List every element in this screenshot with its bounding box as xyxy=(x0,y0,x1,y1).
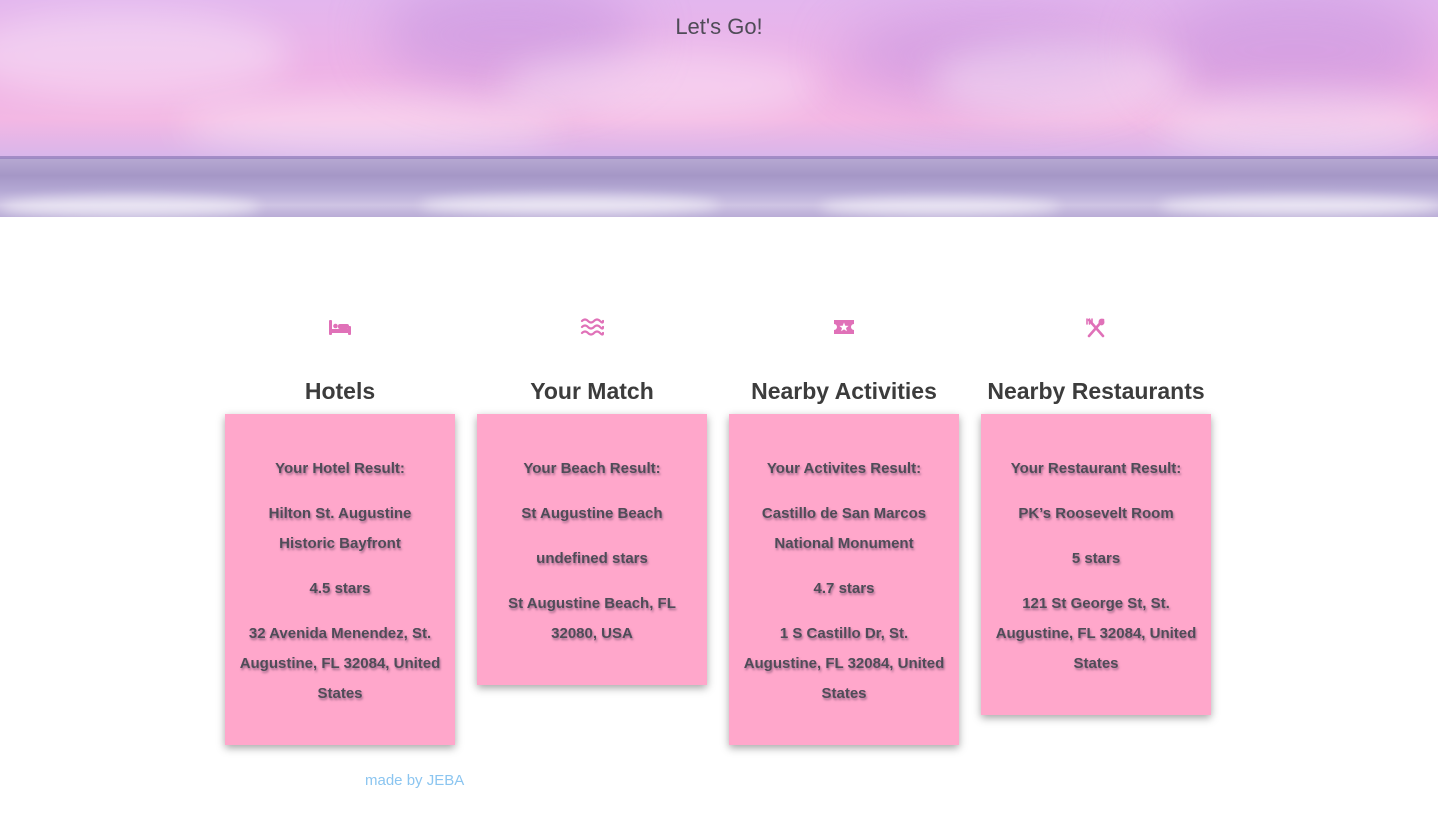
hotel-result-label: Your Hotel Result: xyxy=(275,460,405,477)
bed-icon xyxy=(327,318,353,352)
restaurants-heading: Nearby Restaurants xyxy=(987,378,1205,404)
restaurants-column: Nearby Restaurants Your Restaurant Resul… xyxy=(981,318,1211,715)
hotel-address: 32 Avenida Menendez, St. Augustine, FL 3… xyxy=(239,625,441,702)
hero-banner: Let's Go! xyxy=(0,0,1438,217)
hero-cloud xyxy=(1160,90,1438,160)
utensils-icon xyxy=(1083,318,1109,352)
ticket-icon xyxy=(831,318,857,352)
hero-foam xyxy=(1160,196,1438,216)
page-title: Let's Go! xyxy=(675,14,763,39)
hotel-name: Hilton St. Augustine Historic Bayfront xyxy=(268,505,412,552)
hotel-result-card: Your Hotel Result: Hilton St. Augustine … xyxy=(225,414,455,745)
activity-name: Castillo de San Marcos National Monument xyxy=(761,505,927,552)
match-heading: Your Match xyxy=(530,378,654,404)
hero-foam xyxy=(820,198,1060,216)
restaurant-address: 121 St George St, St. Augustine, FL 3208… xyxy=(995,595,1197,672)
restaurant-rating: 5 stars xyxy=(1071,550,1121,567)
beach-result-label: Your Beach Result: xyxy=(523,460,661,477)
hero-cloud xyxy=(930,40,1190,120)
restaurant-name: PK’s Roosevelt Room xyxy=(1018,505,1174,522)
activity-result-card: Your Activites Result: Castillo de San M… xyxy=(729,414,959,745)
match-column: Your Match Your Beach Result: St Augusti… xyxy=(477,318,707,685)
results-grid: Hotels Your Hotel Result: Hilton St. Aug… xyxy=(225,318,1215,758)
activities-heading: Nearby Activities xyxy=(751,378,937,404)
activities-column: Nearby Activities Your Activites Result:… xyxy=(729,318,959,745)
restaurant-result-card: Your Restaurant Result: PK’s Roosevelt R… xyxy=(981,414,1211,715)
activity-result-label: Your Activites Result: xyxy=(766,460,922,477)
activity-address: 1 S Castillo Dr, St. Augustine, FL 32084… xyxy=(743,625,945,702)
beach-address: St Augustine Beach, FL 32080, USA xyxy=(508,595,676,642)
hero-cloud xyxy=(500,50,820,120)
hotels-column: Hotels Your Hotel Result: Hilton St. Aug… xyxy=(225,318,455,745)
beach-name: St Augustine Beach xyxy=(521,505,663,522)
hero-foam xyxy=(420,195,720,215)
water-icon xyxy=(579,318,605,352)
made-by-link[interactable]: made by JEBA xyxy=(365,772,464,789)
hotels-heading: Hotels xyxy=(304,378,376,404)
hero-foam xyxy=(0,196,260,217)
restaurant-result-label: Your Restaurant Result: xyxy=(1010,460,1182,477)
beach-rating: undefined stars xyxy=(536,550,648,567)
hotel-rating: 4.5 stars xyxy=(309,580,371,597)
activity-rating: 4.7 stars xyxy=(813,580,875,597)
hero-horizon xyxy=(0,156,1438,159)
beach-result-card: Your Beach Result: St Augustine Beach un… xyxy=(477,414,707,685)
hero-cloud xyxy=(180,95,560,155)
